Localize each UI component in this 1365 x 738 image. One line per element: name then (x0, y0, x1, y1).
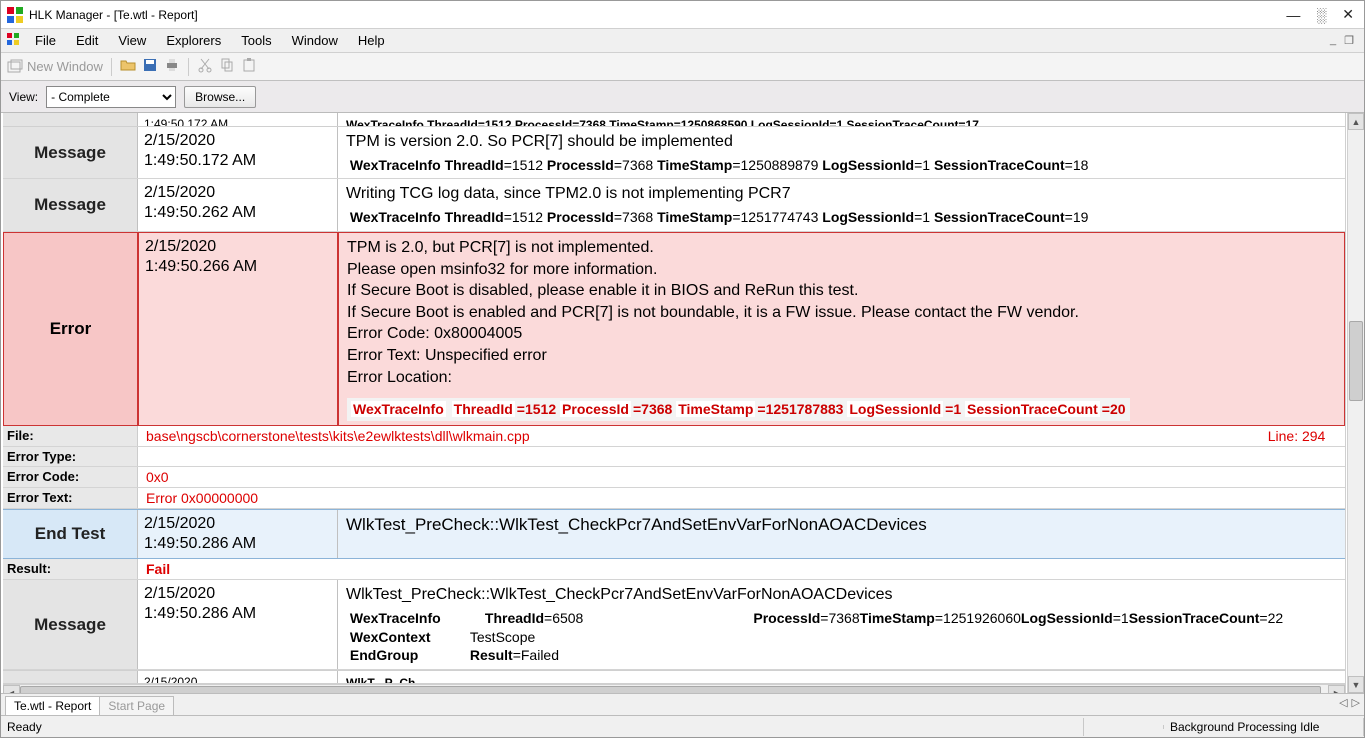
row-body: WlkT P Ch (338, 671, 1345, 684)
filterbar: View: - Complete Browse... (1, 81, 1364, 113)
scroll-right-icon[interactable]: ► (1328, 685, 1345, 693)
new-window-label: New Window (27, 59, 103, 74)
report-area: 1:49:50.172 AM WexTraceInfo ThreadId=151… (1, 113, 1364, 693)
mdi-minimize-icon[interactable]: _ (1328, 34, 1338, 47)
log-row-partial: 1:49:50.172 AM WexTraceInfo ThreadId=151… (3, 113, 1345, 127)
browse-button[interactable]: Browse... (184, 86, 256, 108)
row-timestamp: 2/15/20201:49:50.286 AM (138, 510, 338, 558)
print-icon[interactable] (164, 57, 180, 76)
meta-label: Error Text: (3, 488, 138, 508)
titlebar: HLK Manager - [Te.wtl - Report] — ░ ✕ (1, 1, 1364, 29)
meta-value: Fail (138, 559, 1345, 579)
log-row-endtest: End Test 2/15/20201:49:50.286 AM WlkTest… (3, 509, 1345, 559)
copy-icon[interactable] (219, 57, 235, 76)
tab-start-page[interactable]: Start Page (99, 696, 174, 715)
meta-value (138, 447, 1345, 466)
row-type: End Test (3, 510, 138, 558)
document-tabs: Te.wtl - Report Start Page ◁ ▷ (1, 693, 1364, 715)
row-body: Writing TCG log data, since TPM2.0 is no… (338, 179, 1345, 230)
vertical-scrollbar[interactable]: ▲ ▼ (1347, 113, 1364, 693)
tab-nav-right-icon[interactable]: ▷ (1352, 696, 1360, 709)
scroll-thumb[interactable] (1349, 321, 1363, 401)
open-icon[interactable] (120, 57, 136, 76)
horizontal-scrollbar[interactable]: ◄ ► (3, 684, 1345, 693)
maximize-button[interactable]: ░ (1316, 7, 1326, 23)
scroll-thumb[interactable] (20, 686, 1321, 693)
menu-view[interactable]: View (108, 31, 156, 50)
row-type: Message (3, 179, 138, 230)
tab-nav-left-icon[interactable]: ◁ (1339, 696, 1347, 709)
row-type (3, 671, 138, 684)
row-type: Message (3, 127, 138, 178)
meta-label: Error Code: (3, 467, 138, 487)
meta-row-error-code: Error Code: 0x0 (3, 467, 1345, 488)
save-icon[interactable] (142, 57, 158, 76)
status-right: Background Processing Idle (1164, 718, 1364, 736)
row-type (3, 113, 138, 127)
row-timestamp: 2/15/20201:49:50.266 AM (138, 232, 338, 426)
cut-icon[interactable] (197, 57, 213, 76)
status-left: Ready (1, 718, 1084, 736)
log-row-partial: 2/15/2020 WlkT P Ch (3, 670, 1345, 684)
row-body: WexTraceInfo ThreadId=1512 ProcessId=736… (338, 113, 1345, 127)
meta-value: 0x0 (138, 467, 1345, 487)
meta-value: Error 0x00000000 (138, 488, 1345, 508)
app-icon (7, 7, 23, 23)
row-timestamp: 2/15/20201:49:50.262 AM (138, 179, 338, 230)
meta-row-error-type: Error Type: (3, 447, 1345, 467)
meta-label: Result: (3, 559, 138, 579)
app-icon-small (5, 31, 21, 50)
log-row: Message 2/15/20201:49:50.286 AM WlkTest_… (3, 580, 1345, 670)
row-body: TPM is version 2.0. So PCR[7] should be … (338, 127, 1345, 178)
menu-explorers[interactable]: Explorers (156, 31, 231, 50)
scroll-down-icon[interactable]: ▼ (1348, 676, 1364, 693)
row-body: WlkTest_PreCheck::WlkTest_CheckPcr7AndSe… (338, 510, 1345, 558)
minimize-button[interactable]: — (1286, 7, 1300, 23)
menu-help[interactable]: Help (348, 31, 395, 50)
row-timestamp: 1:49:50.172 AM (138, 113, 338, 127)
row-timestamp: 2/15/20201:49:50.286 AM (138, 580, 338, 669)
scroll-left-icon[interactable]: ◄ (3, 685, 20, 693)
toolbar: New Window (1, 53, 1364, 81)
row-timestamp: 2/15/2020 (138, 671, 338, 684)
scroll-up-icon[interactable]: ▲ (1348, 113, 1364, 130)
view-select[interactable]: - Complete (46, 86, 176, 108)
mdi-restore-icon[interactable]: ❐ (1342, 34, 1356, 47)
meta-label: Error Type: (3, 447, 138, 466)
menu-file[interactable]: File (25, 31, 66, 50)
menu-window[interactable]: Window (282, 31, 348, 50)
row-body: TPM is 2.0, but PCR[7] is not implemente… (338, 232, 1345, 426)
menu-tools[interactable]: Tools (231, 31, 281, 50)
meta-row-file: File: base\ngscb\cornerstone\tests\kits\… (3, 426, 1345, 447)
menubar: File Edit View Explorers Tools Window He… (1, 29, 1364, 53)
paste-icon[interactable] (241, 57, 257, 76)
meta-row-result: Result: Fail (3, 559, 1345, 580)
row-type: Message (3, 580, 138, 669)
close-button[interactable]: ✕ (1342, 6, 1354, 23)
meta-value: base\ngscb\cornerstone\tests\kits\e2ewlk… (138, 426, 1345, 446)
row-type: Error (3, 232, 138, 426)
view-label: View: (9, 90, 38, 104)
new-window-icon[interactable]: New Window (7, 59, 103, 75)
window-title: HLK Manager - [Te.wtl - Report] (29, 8, 1286, 22)
row-body: WlkTest_PreCheck::WlkTest_CheckPcr7AndSe… (338, 580, 1345, 669)
tab-report[interactable]: Te.wtl - Report (5, 696, 100, 715)
menu-edit[interactable]: Edit (66, 31, 108, 50)
meta-row-error-text: Error Text: Error 0x00000000 (3, 488, 1345, 509)
log-row: Message 2/15/20201:49:50.172 AM TPM is v… (3, 127, 1345, 179)
statusbar: Ready Background Processing Idle (1, 715, 1364, 737)
row-timestamp: 2/15/20201:49:50.172 AM (138, 127, 338, 178)
log-row-error: Error 2/15/20201:49:50.266 AM TPM is 2.0… (3, 232, 1345, 426)
log-row: Message 2/15/20201:49:50.262 AM Writing … (3, 179, 1345, 231)
status-mid (1084, 725, 1164, 729)
meta-label: File: (3, 426, 138, 446)
